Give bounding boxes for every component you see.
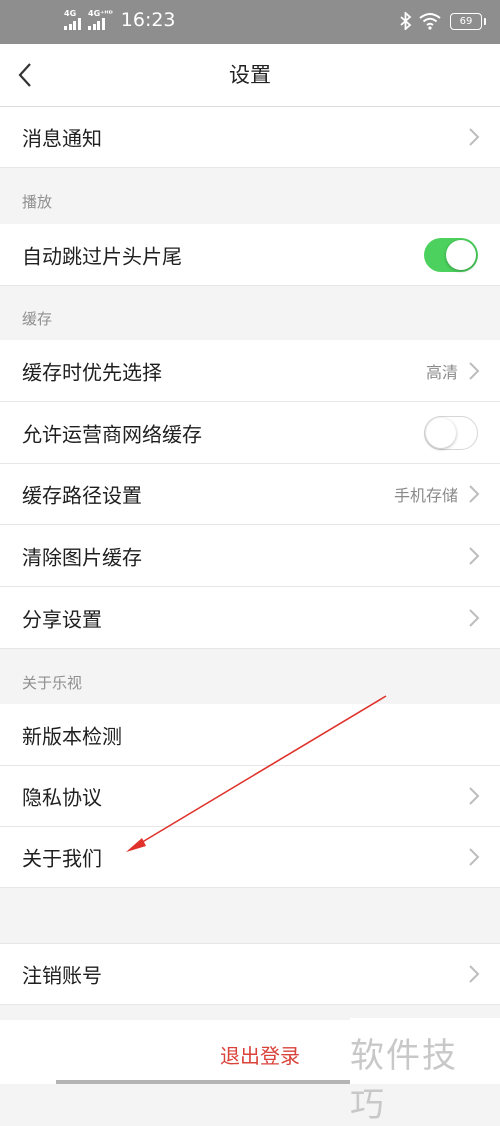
logout-button[interactable]: 退出登录: [0, 1020, 350, 1084]
row-label: 允许运营商网络缓存: [22, 422, 202, 446]
bluetooth-icon: [400, 12, 412, 30]
chevron-right-icon: [469, 546, 480, 565]
settings-row-cancel-account[interactable]: 注销账号: [0, 943, 500, 1005]
chevron-right-icon: [469, 848, 480, 866]
row-label: 关于我们: [22, 846, 102, 871]
chevron-right-icon: [469, 608, 480, 627]
settings-row-cache-path[interactable]: 缓存路径设置 手机存储: [0, 464, 500, 525]
carrier-cache-toggle[interactable]: [424, 415, 478, 450]
row-value: 手机存储: [393, 486, 458, 505]
wifi-icon: [419, 13, 441, 30]
chevron-right-icon: [469, 485, 480, 503]
autoskip-toggle[interactable]: [424, 237, 478, 272]
toggle-knob: [426, 417, 456, 448]
settings-row-share[interactable]: 分享设置: [0, 587, 500, 649]
row-label: 分享设置: [22, 607, 102, 631]
row-label: 自动跳过片头片尾: [22, 244, 182, 268]
signal-icon-2: 4G⁺ᴴᴰ: [88, 10, 113, 30]
signal-icon: 4G: [64, 10, 82, 30]
battery-level: 69: [459, 15, 473, 27]
settings-row-check-version[interactable]: 新版本检测: [0, 704, 500, 766]
row-label: 隐私协议: [22, 785, 102, 810]
settings-row-carrier-cache[interactable]: 允许运营商网络缓存: [0, 402, 500, 464]
settings-row-clear-cache[interactable]: 清除图片缓存: [0, 525, 500, 587]
section-header-cache: 缓存: [22, 310, 53, 328]
chevron-right-icon: [469, 787, 480, 805]
page-title: 设置: [229, 63, 271, 87]
row-label: 注销账号: [22, 963, 102, 988]
network-type-1: 4G: [64, 9, 77, 18]
status-bar: 4G 4G⁺ᴴᴰ 16:23 69: [0, 0, 500, 44]
chevron-right-icon: [469, 128, 480, 146]
toggle-knob: [446, 239, 476, 270]
row-value: 高清: [425, 362, 458, 382]
status-time: 16:23: [120, 9, 176, 31]
chevron-right-icon: [469, 361, 480, 380]
row-label: 缓存路径设置: [22, 483, 142, 508]
settings-row-cache-priority[interactable]: 缓存时优先选择 高清: [0, 340, 500, 402]
battery-icon: 69: [450, 12, 486, 30]
watermark-text: 软件技巧: [350, 1036, 458, 1125]
row-label: 新版本检测: [22, 724, 122, 748]
logout-label: 退出登录: [220, 1044, 300, 1068]
row-label: 消息通知: [22, 126, 102, 151]
settings-row-about-us[interactable]: 关于我们: [0, 827, 500, 888]
row-label: 缓存时优先选择: [22, 360, 162, 384]
watermark: 软件技巧: [350, 1018, 500, 1125]
settings-row-notifications[interactable]: 消息通知: [0, 107, 500, 168]
section-header-about: 关于乐视: [22, 674, 83, 692]
network-type-2: 4G⁺ᴴᴰ: [88, 9, 113, 18]
chevron-right-icon: [469, 965, 480, 983]
settings-row-autoskip[interactable]: 自动跳过片头片尾: [0, 224, 500, 286]
settings-row-privacy[interactable]: 隐私协议: [0, 766, 500, 827]
row-label: 清除图片缓存: [22, 545, 142, 569]
section-header-playback: 播放: [22, 193, 53, 211]
bottom-strip: [56, 1080, 350, 1084]
nav-bar: 设置: [0, 44, 500, 107]
